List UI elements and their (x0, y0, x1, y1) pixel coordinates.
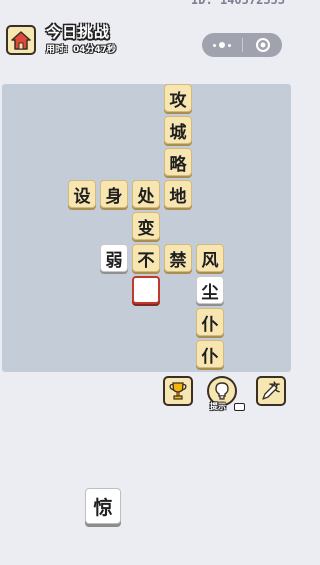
candidate-tile[interactable]: 惊 (85, 488, 121, 524)
board-tile[interactable]: 略 (164, 148, 192, 176)
board-tile[interactable]: 设 (68, 180, 96, 208)
board-tile[interactable]: 尘 (196, 276, 224, 304)
elapsed-timer: 用时：04分47秒 (46, 45, 117, 55)
board-tile[interactable]: 仆 (196, 340, 224, 368)
board-tile[interactable]: 不 (132, 244, 160, 272)
board-tile[interactable]: 城 (164, 116, 192, 144)
board-tile[interactable]: 禁 (164, 244, 192, 272)
board-tile[interactable]: 处 (132, 180, 160, 208)
trophy-button[interactable] (163, 376, 193, 406)
board-tile[interactable]: 弱 (100, 244, 128, 272)
video-icon (234, 403, 245, 411)
mini-program-capsule (202, 33, 282, 57)
target-icon (255, 38, 270, 52)
close-mini-program-button[interactable] (243, 37, 282, 53)
edit-text-icon: 文 (262, 380, 281, 400)
board-tile[interactable]: 变 (132, 212, 160, 240)
lightbulb-icon (215, 382, 229, 400)
puzzle-board: 攻 城 略 设 身 处 地 变 弱 不 禁 风 尘 仆 仆 (2, 84, 291, 372)
board-tile[interactable]: 地 (164, 180, 192, 208)
more-menu-button[interactable] (202, 42, 242, 48)
home-button[interactable] (6, 25, 36, 55)
board-tile[interactable]: 仆 (196, 308, 224, 336)
board-tile[interactable]: 身 (100, 180, 128, 208)
home-icon (11, 30, 31, 50)
trophy-icon (169, 382, 187, 400)
board-tile[interactable]: 风 (196, 244, 224, 272)
page-title: 今日挑战 (46, 23, 111, 41)
edit-text-button[interactable]: 文 (256, 376, 286, 406)
empty-slot[interactable] (132, 276, 160, 304)
board-tile[interactable]: 攻 (164, 84, 192, 112)
player-id: ID: 140572353 (191, 0, 285, 7)
hint-label: 提示 (210, 402, 226, 411)
